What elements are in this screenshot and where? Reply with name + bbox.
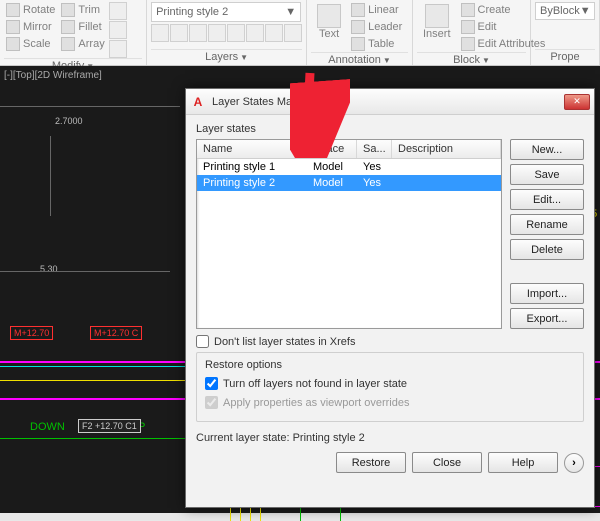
layer-states-dialog: A Layer States Manager ✕ Layer states Na… [185,88,595,508]
table-button[interactable]: Table [349,36,404,52]
restore-button[interactable]: Restore [336,452,406,473]
layer-states-list[interactable]: Name Space Sa... Description Printing st… [196,139,502,329]
col-sa[interactable]: Sa... [357,140,392,158]
xrefs-checkbox[interactable]: Don't list layer states in Xrefs [196,335,584,348]
help-button[interactable]: Help [488,452,558,473]
text-button[interactable]: Text [311,2,347,52]
dialog-title: Layer States Manager [212,96,556,108]
insert-icon [425,4,449,28]
leader-icon [351,20,365,34]
list-header[interactable]: Name Space Sa... Description [197,140,501,159]
modify-extra-icon[interactable] [109,2,127,20]
export-button[interactable]: Export... [510,308,584,329]
layer-tool-icon[interactable] [170,24,188,42]
red-tag: M+12.70 [10,326,53,340]
turnoff-checkbox[interactable]: Turn off layers not found in layer state [205,377,575,390]
panel-title-layers: Layers [205,51,238,63]
save-button[interactable]: Save [510,164,584,185]
edit-button[interactable]: Edit... [510,189,584,210]
delete-button[interactable]: Delete [510,239,584,260]
trim-icon [61,3,75,17]
list-row-selected[interactable]: Printing style 2 Model Yes [197,175,501,191]
modify-extra-icon[interactable] [109,40,127,58]
col-name[interactable]: Name [197,140,307,158]
close-icon[interactable]: ✕ [564,94,590,110]
panel-title-annotation: Annotation [328,54,381,66]
list-row[interactable]: Printing style 1 Model Yes [197,159,501,175]
restore-options-group: Restore options Turn off layers not foun… [196,352,584,422]
text-icon [317,4,341,28]
layer-combo[interactable]: Printing style 2▼ [151,2,301,22]
layer-tool-icon[interactable] [246,24,264,42]
linear-button[interactable]: Linear [349,2,404,18]
import-button[interactable]: Import... [510,283,584,304]
rotate-button[interactable]: Rotate [4,2,57,18]
trim-button[interactable]: Trim [59,2,106,18]
viewport-label[interactable]: [-][Top][2D Wireframe] [4,70,102,81]
layer-tool-icon[interactable] [208,24,226,42]
current-state-label: Current layer state: Printing style 2 [196,432,584,444]
table-icon [351,37,365,51]
viewport-checkbox: Apply properties as viewport overrides [205,396,575,409]
col-space[interactable]: Space [307,140,357,158]
rotate-icon [6,3,20,17]
mirror-button[interactable]: Mirror [4,19,57,35]
dimension-text: 2.7000 [55,116,83,126]
chevron-right-icon: › [572,457,576,469]
group-label: Layer states [196,123,584,135]
white-tag: F2 +12.70 C1 [78,419,141,433]
dialog-titlebar[interactable]: A Layer States Manager ✕ [186,89,594,115]
new-button[interactable]: New... [510,139,584,160]
leader-button[interactable]: Leader [349,19,404,35]
layer-tool-icon[interactable] [265,24,283,42]
red-tag: M+12.70 C [90,326,142,340]
scale-button[interactable]: Scale [4,36,57,52]
chevron-down-icon: ▼ [285,6,296,18]
array-icon [61,37,75,51]
layer-tool-icon[interactable] [227,24,245,42]
bylayer-combo[interactable]: ByBlock▼ [535,2,595,20]
insert-button[interactable]: Insert [417,2,457,52]
edit-icon [461,20,475,34]
layer-tool-icon[interactable] [151,24,169,42]
expand-button[interactable]: › [564,453,584,473]
panel-title-block: Block [453,54,480,66]
dimension-text: 5.30 [40,264,58,274]
app-icon: A [190,94,206,110]
layer-tool-icon[interactable] [189,24,207,42]
ribbon: Rotate Mirror Scale Trim Fillet Array Mo… [0,0,600,66]
create-icon [461,3,475,17]
layer-tool-icon[interactable] [284,24,302,42]
restore-legend: Restore options [205,359,575,371]
rename-button[interactable]: Rename [510,214,584,235]
fillet-button[interactable]: Fillet [59,19,106,35]
fillet-icon [61,20,75,34]
array-button[interactable]: Array [59,36,106,52]
col-desc[interactable]: Description [392,140,501,158]
panel-title-properties: Prope [550,51,579,63]
mirror-icon [6,20,20,34]
editattr-icon [461,37,475,51]
close-button[interactable]: Close [412,452,482,473]
linear-icon [351,3,365,17]
down-label: DOWN [30,421,65,433]
scale-icon [6,37,20,51]
modify-extra-icon[interactable] [109,21,127,39]
